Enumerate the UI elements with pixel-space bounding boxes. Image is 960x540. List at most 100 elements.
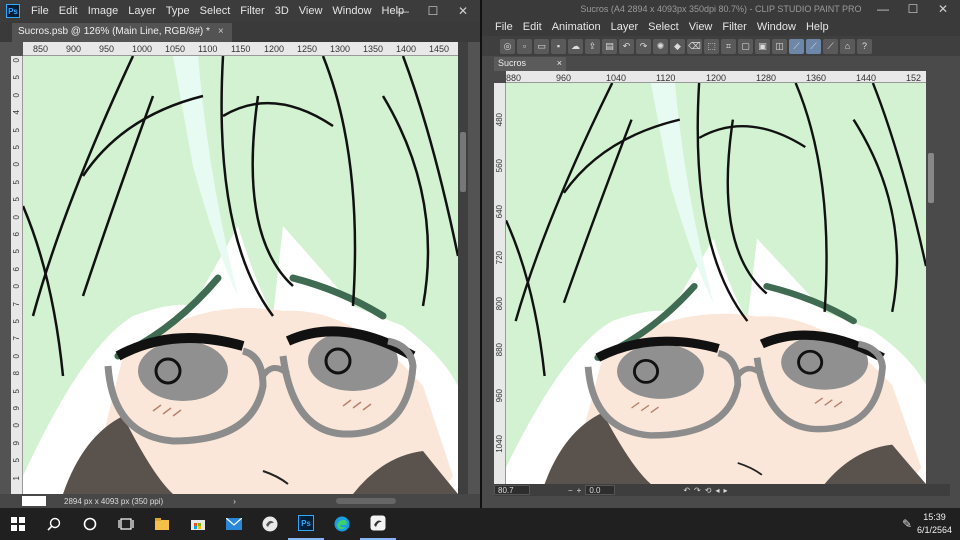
clip-studio-launcher-icon[interactable] <box>252 508 288 540</box>
csp-scroll-thumb[interactable] <box>928 153 934 203</box>
zoom-field[interactable]: 80.7 <box>494 485 530 495</box>
rotation-field[interactable]: 0.0 <box>585 485 616 495</box>
ruler-label: 1000 <box>132 44 153 54</box>
ruler-label: 4 <box>12 110 21 115</box>
store-icon[interactable] <box>180 508 216 540</box>
help-icon[interactable]: ? <box>857 38 872 54</box>
system-clock[interactable]: 15:39 6/1/2564 <box>917 511 952 537</box>
ps-menu-filter[interactable]: Filter <box>235 5 269 17</box>
search-icon[interactable] <box>36 508 72 540</box>
navigator-icon[interactable]: ▸ <box>723 486 727 495</box>
ruler-label: 5 <box>12 319 21 324</box>
ps-document-size: 2894 px x 4093 px (350 ppi) <box>64 496 164 506</box>
ps-scroll-thumb[interactable] <box>460 132 466 192</box>
ps-status-arrow[interactable]: › <box>233 497 236 506</box>
snap-to-grid-icon[interactable]: ⟋ <box>823 38 838 54</box>
fill-icon[interactable]: ◆ <box>670 38 685 54</box>
ruler-label: 5 <box>12 75 21 80</box>
ps-color-swatch <box>22 496 46 506</box>
task-view-icon[interactable] <box>108 508 144 540</box>
photoshop-icon[interactable]: Ps <box>288 508 324 540</box>
export-icon[interactable]: ⇪ <box>585 38 600 54</box>
ruler-label: 5 <box>12 388 21 394</box>
ps-menu-window[interactable]: Window <box>327 5 376 17</box>
ruler-label: 5 <box>12 179 21 185</box>
ps-document-tab[interactable]: Sucros.psb @ 126% (Main Line, RGB/8#) * × <box>12 23 232 42</box>
undo-icon[interactable]: ↶ <box>619 38 634 54</box>
ruler-label: 0 <box>12 162 21 167</box>
snap-to-ruler-icon[interactable]: ⟋ <box>789 38 804 54</box>
minimize-button[interactable]: — <box>388 4 418 18</box>
clip-studio-icon[interactable]: ◎ <box>500 38 515 54</box>
ps-ruler-horizontal: 850 900 950 1000 1050 1100 1150 1200 1250 1300 135… <box>23 42 458 56</box>
rotate-right-icon[interactable]: ↷ <box>694 486 701 495</box>
settings-icon[interactable]: ✺ <box>653 38 668 54</box>
deselect-icon[interactable]: ▣ <box>755 38 770 54</box>
pen-tray-icon[interactable]: ✎ <box>902 517 912 531</box>
ps-horizontal-scroll-thumb[interactable] <box>335 498 396 504</box>
maximize-button[interactable]: ☐ <box>898 2 928 16</box>
ps-menu-layer[interactable]: Layer <box>123 5 161 17</box>
ruler-label: 9 <box>12 440 21 446</box>
ruler-label: 1 <box>12 475 21 481</box>
snap-to-special-ruler-icon[interactable]: ⟋ <box>806 38 821 54</box>
ruler-label: 1300 <box>330 44 351 54</box>
clip-studio-paint-icon[interactable] <box>360 508 396 540</box>
csp-menu-help[interactable]: Help <box>801 21 834 33</box>
csp-document-tab[interactable]: Sucros × <box>494 57 566 71</box>
csp-menu-layer[interactable]: Layer <box>606 21 644 33</box>
clear-icon[interactable]: ⌫ <box>687 38 702 54</box>
ruler-label: 1050 <box>165 44 186 54</box>
ps-menu-select[interactable]: Select <box>195 5 236 17</box>
csp-menu-animation[interactable]: Animation <box>547 21 606 33</box>
close-button[interactable]: ✕ <box>928 2 958 16</box>
open-folder-icon[interactable]: ▭ <box>534 38 549 54</box>
ruler-label: 0 <box>12 214 21 220</box>
invert-selection-icon[interactable]: ◫ <box>772 38 787 54</box>
zoom-in-button[interactable]: + <box>577 486 582 495</box>
csp-menubar: File Edit Animation Layer Select View Fi… <box>482 18 960 36</box>
csp-menu-view[interactable]: View <box>684 21 718 33</box>
crop-icon[interactable]: ⌗ <box>721 38 736 54</box>
cortana-icon[interactable] <box>72 508 108 540</box>
close-tab-icon[interactable]: × <box>218 26 224 37</box>
ps-menu-image[interactable]: Image <box>83 5 124 17</box>
csp-menu-filter[interactable]: Filter <box>717 21 751 33</box>
cloud-icon[interactable]: ☁ <box>568 38 583 54</box>
edge-icon[interactable] <box>324 508 360 540</box>
ruler-label: 1450 <box>429 44 450 54</box>
select-all-icon[interactable]: ▢ <box>738 38 753 54</box>
csp-menu-select[interactable]: Select <box>643 21 684 33</box>
ps-menu-file[interactable]: File <box>26 5 54 17</box>
start-icon[interactable] <box>0 508 36 540</box>
ps-menu-view[interactable]: View <box>294 5 328 17</box>
ps-vertical-scrollbar[interactable] <box>458 42 468 494</box>
ps-menu-3d[interactable]: 3D <box>270 5 294 17</box>
csp-vertical-scrollbar[interactable] <box>926 83 936 484</box>
rotate-left-icon[interactable]: ↶ <box>683 486 690 495</box>
csp-menu-window[interactable]: Window <box>752 21 801 33</box>
ruler-label: 9 <box>12 406 21 411</box>
zoom-out-button[interactable]: − <box>568 486 573 495</box>
file-explorer-icon[interactable] <box>144 508 180 540</box>
assets-icon[interactable]: ⌂ <box>840 38 855 54</box>
mail-icon[interactable] <box>216 508 252 540</box>
maximize-button[interactable]: ☐ <box>418 4 448 18</box>
close-tab-icon[interactable]: × <box>557 58 562 68</box>
ps-canvas[interactable] <box>23 56 458 494</box>
ps-menu-type[interactable]: Type <box>161 5 195 17</box>
reset-rotation-icon[interactable]: ⟲ <box>705 486 712 495</box>
flip-icon[interactable]: ◂ <box>715 486 719 495</box>
redo-icon[interactable]: ↷ <box>636 38 651 54</box>
minimize-button[interactable]: — <box>868 2 898 16</box>
ps-menu-edit[interactable]: Edit <box>54 5 83 17</box>
save-icon[interactable]: ▪ <box>551 38 566 54</box>
close-button[interactable]: ✕ <box>448 4 478 18</box>
csp-canvas[interactable] <box>506 83 926 484</box>
new-file-icon[interactable]: ▫ <box>517 38 532 54</box>
csp-menu-edit[interactable]: Edit <box>518 21 547 33</box>
csp-menu-file[interactable]: File <box>490 21 518 33</box>
print-icon[interactable]: ▤ <box>602 38 617 54</box>
transform-icon[interactable]: ⬚ <box>704 38 719 54</box>
ruler-label: 1250 <box>297 44 318 54</box>
